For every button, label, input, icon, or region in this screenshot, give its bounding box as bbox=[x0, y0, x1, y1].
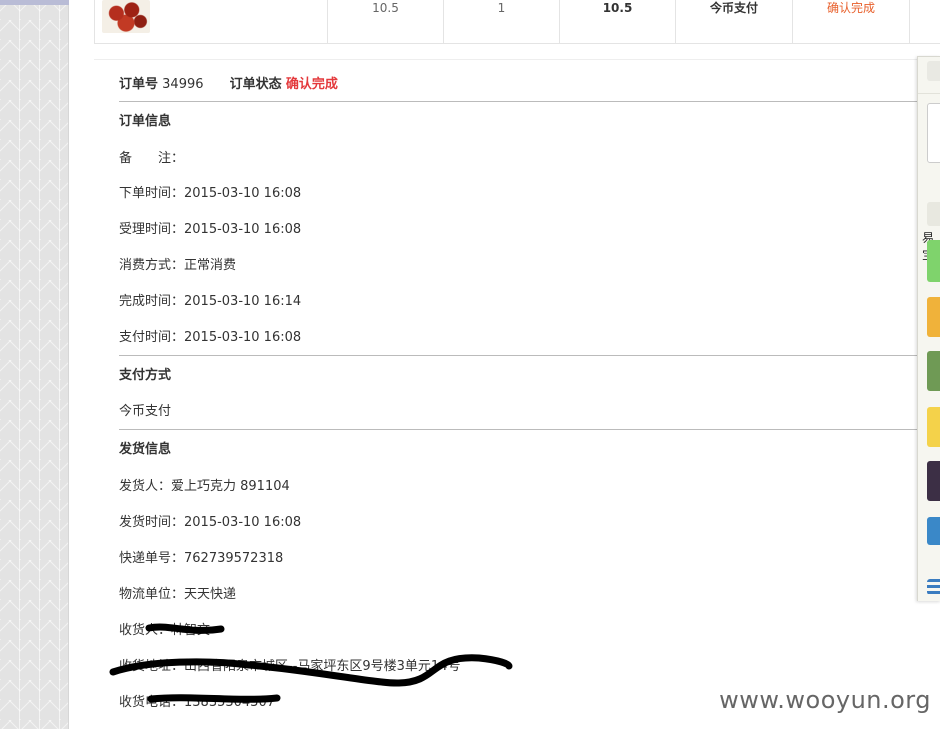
toolbar-divider bbox=[918, 93, 940, 94]
app-icon[interactable] bbox=[927, 202, 940, 226]
portrait-icon[interactable] bbox=[927, 461, 940, 501]
balloon-icon[interactable] bbox=[927, 407, 940, 447]
watermark: www.wooyun.org bbox=[719, 686, 931, 714]
bag-icon[interactable] bbox=[927, 297, 940, 337]
brand-icon[interactable] bbox=[927, 517, 940, 545]
menu-icon[interactable] bbox=[927, 579, 940, 595]
photo-icon[interactable] bbox=[927, 351, 940, 391]
page-background-pattern bbox=[0, 0, 69, 729]
chart-icon[interactable] bbox=[927, 103, 940, 163]
order-detail-page: 10.5 1 10.5 今币支付 确认完成 订单号 34996 订单状态 确认完… bbox=[69, 0, 940, 729]
redaction-scribble bbox=[109, 623, 513, 703]
browser-side-toolbar: 易宝 bbox=[917, 56, 940, 601]
chat-icon[interactable] bbox=[927, 61, 940, 81]
green-app-icon[interactable] bbox=[927, 240, 940, 282]
